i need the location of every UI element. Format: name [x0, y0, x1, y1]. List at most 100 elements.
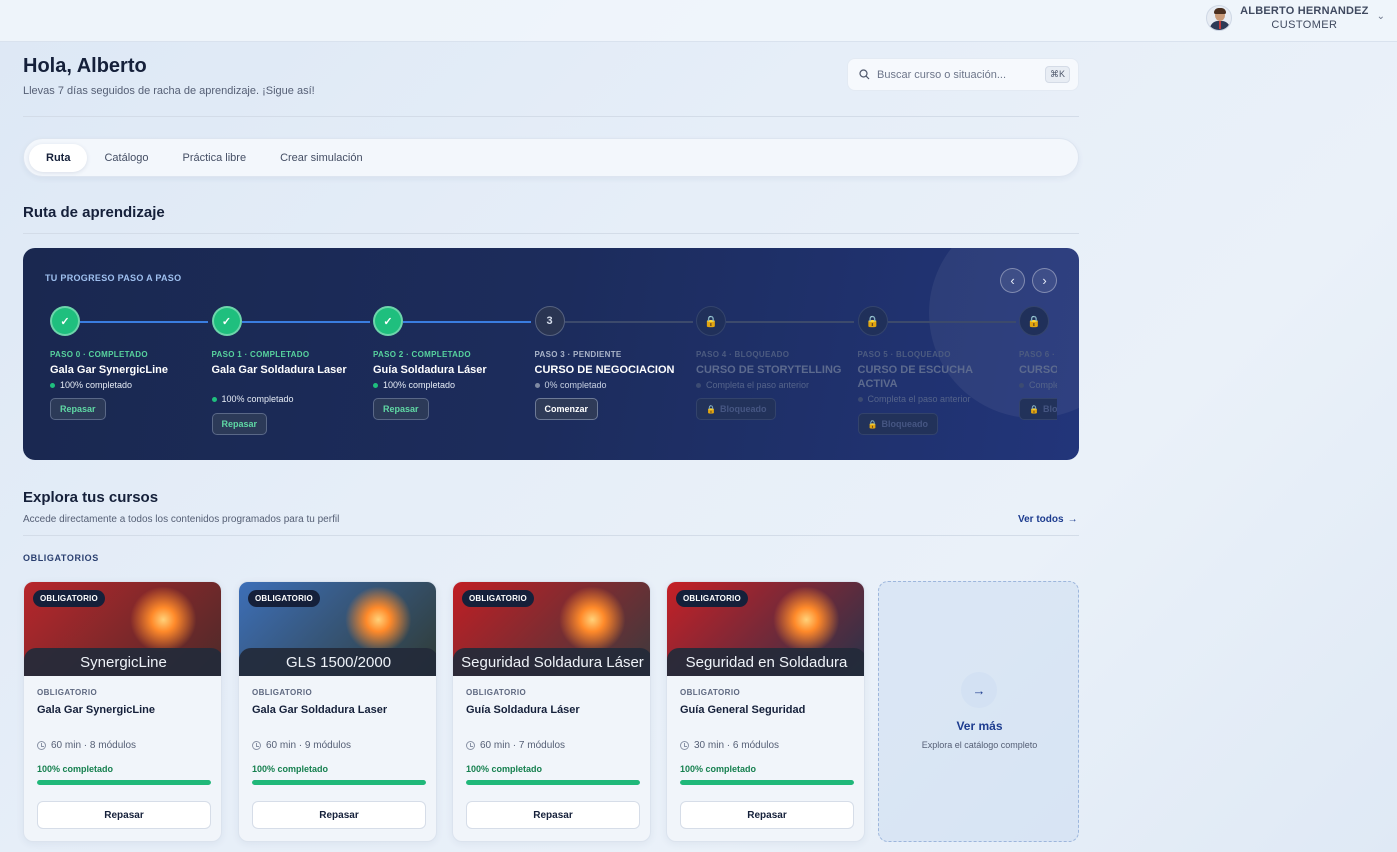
step-status: PASO 1 · COMPLETADO	[211, 350, 310, 359]
course-card[interactable]: OBLIGATORIO GLS 1500/2000 OBLIGATORIO Gala …	[238, 581, 437, 842]
step-connector	[403, 321, 531, 323]
see-more-card[interactable]: → Ver más Explora el catálogo completo	[878, 581, 1079, 842]
search-icon	[859, 69, 870, 80]
lock-icon: 🔒	[1029, 404, 1039, 414]
thumbnail-title: Seguridad en Soldadura	[667, 648, 864, 676]
divider	[23, 233, 1079, 234]
prev-step-button[interactable]: ‹	[1000, 268, 1025, 293]
step-name: CURSO DE NEGOCIACION	[534, 364, 675, 376]
lock-icon: 🔒	[857, 306, 888, 336]
course-thumbnail[interactable]: OBLIGATORIO SynergicLine	[24, 582, 221, 676]
step-progress-text: 100% completado	[221, 394, 294, 404]
review-button[interactable]: Repasar	[252, 801, 426, 829]
tab-practica-libre[interactable]: Práctica libre	[166, 144, 264, 172]
review-button[interactable]: Repasar	[373, 398, 429, 420]
course-card[interactable]: OBLIGATORIO Seguridad en Soldadura OBLIGAT…	[666, 581, 865, 842]
user-name: ALBERTO HERNANDEZ	[1240, 5, 1369, 17]
review-button[interactable]: Repasar	[466, 801, 640, 829]
progress-bar-fill	[466, 780, 640, 785]
search-shortcut: ⌘K	[1044, 66, 1070, 83]
status-dot	[50, 382, 55, 388]
lock-icon: 🔒	[1019, 306, 1049, 336]
progress-bar	[466, 780, 640, 785]
thumbnail-title: Seguridad Soldadura Láser	[453, 648, 650, 676]
divider	[23, 116, 1079, 117]
search-input[interactable]	[877, 68, 1038, 81]
status-dot	[1019, 382, 1024, 388]
course-tag: OBLIGATORIO	[680, 688, 741, 697]
step-name: CURSO DE LIDERAZGO	[1019, 364, 1057, 376]
progress-bar-fill	[680, 780, 854, 785]
step-status: PASO 6 · BLOQUEADO	[1019, 350, 1057, 359]
progress-bar-fill	[37, 780, 211, 785]
clock-icon	[680, 741, 689, 750]
step-progress: 0% completado	[534, 380, 607, 390]
course-card[interactable]: OBLIGATORIO Seguridad Soldadura Láser OBLI…	[452, 581, 651, 842]
lock-icon: 🔒	[867, 419, 878, 429]
see-more-subtitle: Explora el catálogo completo	[921, 740, 1038, 750]
avatar[interactable]	[1206, 5, 1233, 31]
tab-ruta[interactable]: Ruta	[29, 143, 88, 172]
course-thumbnail[interactable]: OBLIGATORIO Seguridad Soldadura Láser	[453, 582, 650, 676]
review-button[interactable]: Repasar	[37, 801, 211, 829]
search-box[interactable]: ⌘K	[847, 58, 1079, 91]
tab-catalogo[interactable]: Catálogo	[87, 144, 165, 172]
step-progress: Completa el paso anterior	[857, 394, 971, 404]
scrollbar[interactable]	[1383, 42, 1397, 852]
step-status: PASO 5 · BLOQUEADO	[857, 350, 951, 359]
course-card[interactable]: OBLIGATORIO SynergicLine OBLIGATORIO Gala G…	[23, 581, 222, 842]
page-title: Hola, Alberto	[23, 55, 147, 77]
start-button[interactable]: Comenzar	[534, 398, 599, 420]
step-status: PASO 0 · COMPLETADO	[50, 350, 148, 359]
course-title: Guía Soldadura Láser	[466, 704, 580, 716]
check-icon: ✓	[50, 306, 80, 336]
step-progress: 100% completado	[211, 394, 294, 404]
step-status: PASO 4 · BLOQUEADO	[696, 350, 790, 359]
next-step-button[interactable]: ›	[1032, 268, 1057, 293]
clock-icon	[37, 741, 46, 750]
locked-button: 🔒Bloqueado	[696, 398, 777, 420]
required-badge: OBLIGATORIO	[33, 590, 105, 607]
step-progress: 100% completado	[373, 380, 455, 390]
chevron-down-icon[interactable]: ⌄	[1377, 11, 1385, 22]
divider	[23, 535, 1079, 536]
review-button[interactable]: Repasar	[50, 398, 106, 420]
arrow-right-icon: →	[961, 672, 997, 708]
step-progress-text: Completa el paso anterior	[867, 394, 971, 404]
step-progress: Completa el paso anterior	[1019, 380, 1057, 390]
top-bar: ALBERTO HERNANDEZ CUSTOMER ⌄	[0, 0, 1397, 42]
lock-icon: 🔒	[706, 404, 716, 414]
status-dot	[534, 382, 540, 388]
review-button[interactable]: Repasar	[211, 413, 268, 435]
step-name: Gala Gar Soldadura Laser	[211, 364, 347, 376]
see-more-title: Ver más	[956, 719, 1003, 733]
clock-icon	[466, 741, 475, 750]
explore-subtitle: Accede directamente a todos los contenid…	[23, 514, 340, 525]
streak-message: Llevas 7 días seguidos de racha de apren…	[23, 85, 315, 97]
course-tag: OBLIGATORIO	[37, 688, 98, 697]
step-name: Guía Soldadura Láser	[373, 364, 487, 376]
step-connector	[726, 321, 854, 323]
course-title: Gala Gar SynergicLine	[37, 704, 155, 716]
course-meta: 60 min · 9 módulos	[252, 740, 351, 751]
user-role: CUSTOMER	[1271, 19, 1338, 31]
see-all-link[interactable]: Ver todos →	[1018, 514, 1078, 525]
locked-button: 🔒Bloqueado	[1019, 398, 1057, 420]
step-connector	[564, 321, 693, 323]
tab-crear-simulacion[interactable]: Crear simulación	[263, 144, 380, 172]
step-progress: 100% completado	[50, 380, 132, 390]
see-all-label: Ver todos	[1018, 514, 1064, 525]
step-name: Gala Gar SynergicLine	[50, 364, 168, 376]
step-number: 3	[534, 306, 565, 336]
step-progress-text: 0% completado	[544, 380, 607, 390]
arrow-right-icon: →	[1067, 514, 1078, 525]
review-button[interactable]: Repasar	[680, 801, 854, 829]
status-dot	[373, 382, 378, 388]
user-menu[interactable]: ALBERTO HERNANDEZ CUSTOMER ⌄	[1206, 4, 1385, 32]
required-badge: OBLIGATORIO	[676, 590, 748, 607]
course-thumbnail[interactable]: OBLIGATORIO GLS 1500/2000	[239, 582, 436, 676]
course-progress-text: 100% completado	[37, 764, 114, 774]
course-thumbnail[interactable]: OBLIGATORIO Seguridad en Soldadura	[667, 582, 864, 676]
status-dot	[211, 396, 217, 402]
route-title: Ruta de aprendizaje	[23, 204, 165, 221]
